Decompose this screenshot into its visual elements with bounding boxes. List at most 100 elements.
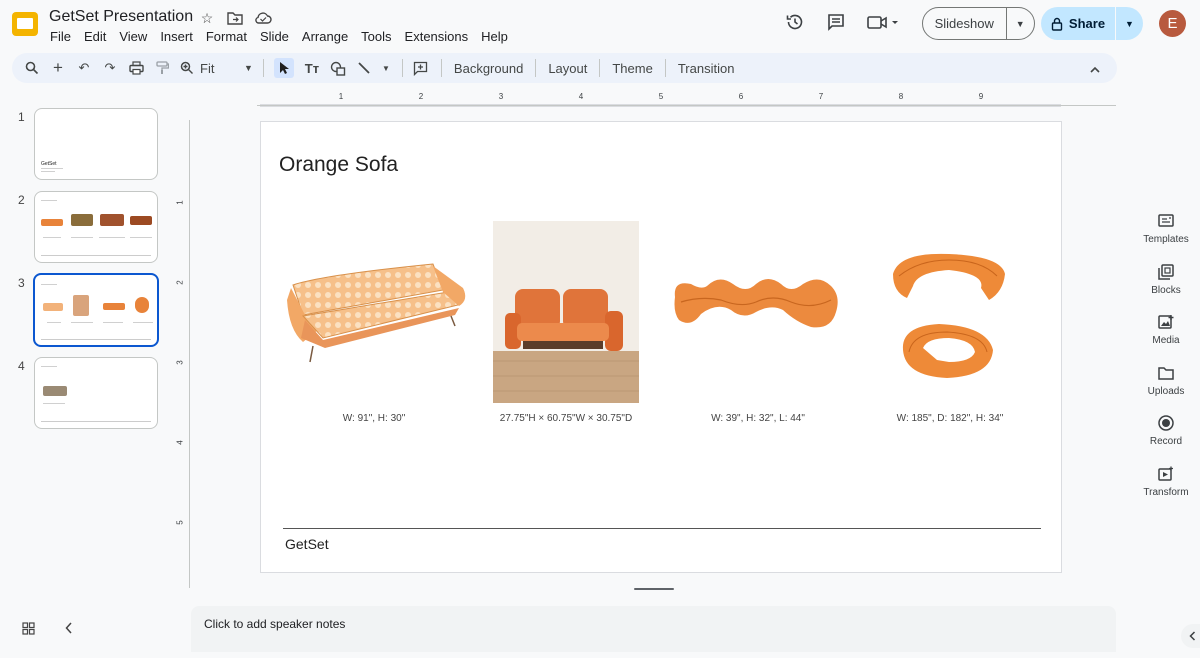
sofa-image-1[interactable] (283, 260, 469, 368)
menu-format[interactable]: Format (206, 29, 247, 44)
sofa-caption-4[interactable]: W: 185", D: 182", H: 34" (897, 413, 1004, 424)
slides-app: GetSet Presentation ☆ File Edit View Ins… (0, 0, 1200, 658)
slide-number: 4 (18, 359, 25, 373)
text-box-icon[interactable]: Tт (304, 60, 320, 76)
menu-file[interactable]: File (50, 29, 71, 44)
sofa-caption-2[interactable]: 27.75"H × 60.75"W × 30.75"D (500, 413, 632, 424)
menu-edit[interactable]: Edit (84, 29, 106, 44)
comments-icon[interactable] (825, 11, 847, 33)
sofa-image-4[interactable] (889, 252, 1009, 382)
slides-logo[interactable] (12, 12, 38, 36)
notes-resize-handle[interactable] (634, 588, 674, 590)
thumb-title (41, 284, 57, 285)
theme-button[interactable]: Theme (610, 61, 654, 76)
slide-number: 3 (18, 276, 25, 290)
ruler-tick-label: 3 (498, 92, 504, 101)
move-folder-icon[interactable] (226, 9, 244, 27)
thumb-image (135, 297, 149, 313)
select-cursor-icon[interactable] (273, 58, 294, 78)
sofa-image-2[interactable] (493, 221, 639, 403)
horizontal-ruler[interactable]: 1 2 3 4 5 6 7 8 9 (191, 92, 1116, 107)
slide-title[interactable]: Orange Sofa (279, 153, 398, 177)
ruler-tick-label: 4 (175, 440, 185, 445)
menu-view[interactable]: View (119, 29, 147, 44)
slide-footer[interactable]: GetSet (285, 536, 329, 552)
side-media[interactable]: Media (1140, 313, 1192, 346)
new-slide-icon[interactable]: + (50, 58, 66, 77)
transform-icon (1158, 466, 1173, 481)
side-uploads[interactable]: Uploads (1140, 364, 1192, 397)
slide-canvas[interactable]: Orange Sofa W: 91", H: 30" 27.75"H × 60.… (260, 121, 1062, 573)
line-icon[interactable] (356, 60, 372, 76)
sofa-image-3[interactable] (671, 272, 841, 337)
thumb-image (43, 386, 67, 396)
speaker-notes[interactable]: Click to add speaker notes (191, 606, 1116, 652)
menu-extensions[interactable]: Extensions (405, 29, 469, 44)
collapse-menus-icon[interactable] (1089, 62, 1101, 77)
search-menus-icon[interactable] (24, 60, 40, 76)
slideshow-dropdown-icon[interactable]: ▼ (1005, 8, 1035, 39)
thumb-rule (41, 255, 151, 256)
star-icon[interactable]: ☆ (198, 9, 216, 27)
thumb-caption (103, 322, 123, 323)
cloud-saved-icon[interactable] (254, 9, 272, 27)
ruler-tick-label: 1 (175, 200, 185, 205)
vertical-ruler[interactable]: 1 2 3 4 5 (176, 108, 190, 588)
side-media-label: Media (1152, 335, 1180, 346)
transition-button[interactable]: Transition (676, 61, 737, 76)
layout-button[interactable]: Layout (546, 61, 589, 76)
thumb-rule (41, 421, 151, 422)
side-templates[interactable]: Templates (1140, 212, 1192, 245)
menu-tools[interactable]: Tools (361, 29, 391, 44)
background-button[interactable]: Background (452, 61, 525, 76)
side-blocks[interactable]: Blocks (1140, 263, 1192, 296)
thumb-caption (47, 322, 61, 323)
side-panel-toggle[interactable] (1181, 624, 1200, 648)
print-icon[interactable] (128, 60, 144, 76)
slideshow-label[interactable]: Slideshow (923, 16, 1006, 31)
side-record[interactable]: Record (1140, 414, 1192, 447)
slide-thumbnail-3[interactable] (33, 273, 159, 347)
ruler-tick-label: 5 (658, 92, 664, 101)
document-title[interactable]: GetSet Presentation (49, 8, 193, 26)
thumb-title (41, 366, 57, 367)
share-main[interactable]: Share (1041, 16, 1115, 31)
line-dropdown-icon[interactable]: ▼ (382, 60, 390, 76)
redo-icon[interactable]: ↷ (102, 60, 118, 76)
add-comment-icon[interactable] (413, 60, 429, 76)
ruler-tick-label: 3 (175, 360, 185, 365)
zoom-icon (180, 61, 193, 74)
paint-format-icon[interactable] (154, 60, 170, 76)
ruler-tick-label: 1 (338, 92, 344, 101)
slideshow-button[interactable]: Slideshow ▼ (922, 7, 1035, 40)
menu-insert[interactable]: Insert (160, 29, 193, 44)
slide-divider-line[interactable] (283, 528, 1041, 529)
zoom-control[interactable]: Fit ▼ (180, 61, 253, 76)
menu-help[interactable]: Help (481, 29, 508, 44)
grid-view-icon[interactable] (22, 622, 35, 638)
ruler-tick-label: 5 (175, 520, 185, 525)
folder-icon (1158, 367, 1174, 380)
side-transform[interactable]: Transform (1140, 465, 1192, 498)
menu-slide[interactable]: Slide (260, 29, 289, 44)
speaker-notes-placeholder[interactable]: Click to add speaker notes (204, 617, 345, 631)
thumb-image (103, 303, 125, 310)
slide-thumbnail-1[interactable]: GetSet (34, 108, 158, 180)
slide-thumbnail-4[interactable] (34, 357, 158, 429)
collapse-filmstrip-icon[interactable] (65, 622, 73, 638)
sofa-caption-1[interactable]: W: 91", H: 30" (343, 413, 406, 424)
ruler-tick-label: 6 (738, 92, 744, 101)
thumb-title: GetSet (41, 161, 57, 167)
undo-icon[interactable]: ↶ (76, 60, 92, 76)
shape-icon[interactable] (330, 60, 346, 76)
sofa-caption-3[interactable]: W: 39", H: 32", L: 44" (711, 413, 805, 424)
account-avatar[interactable]: E (1159, 10, 1186, 37)
version-history-icon[interactable] (784, 11, 806, 33)
slide-thumbnail-2[interactable] (34, 191, 158, 263)
thumb-subtitle (41, 171, 55, 172)
meet-icon[interactable] (866, 11, 900, 33)
share-dropdown-icon[interactable]: ▼ (1115, 7, 1143, 40)
menu-arrange[interactable]: Arrange (302, 29, 348, 44)
filmstrip-controls (22, 622, 73, 638)
share-button[interactable]: Share ▼ (1041, 7, 1143, 40)
